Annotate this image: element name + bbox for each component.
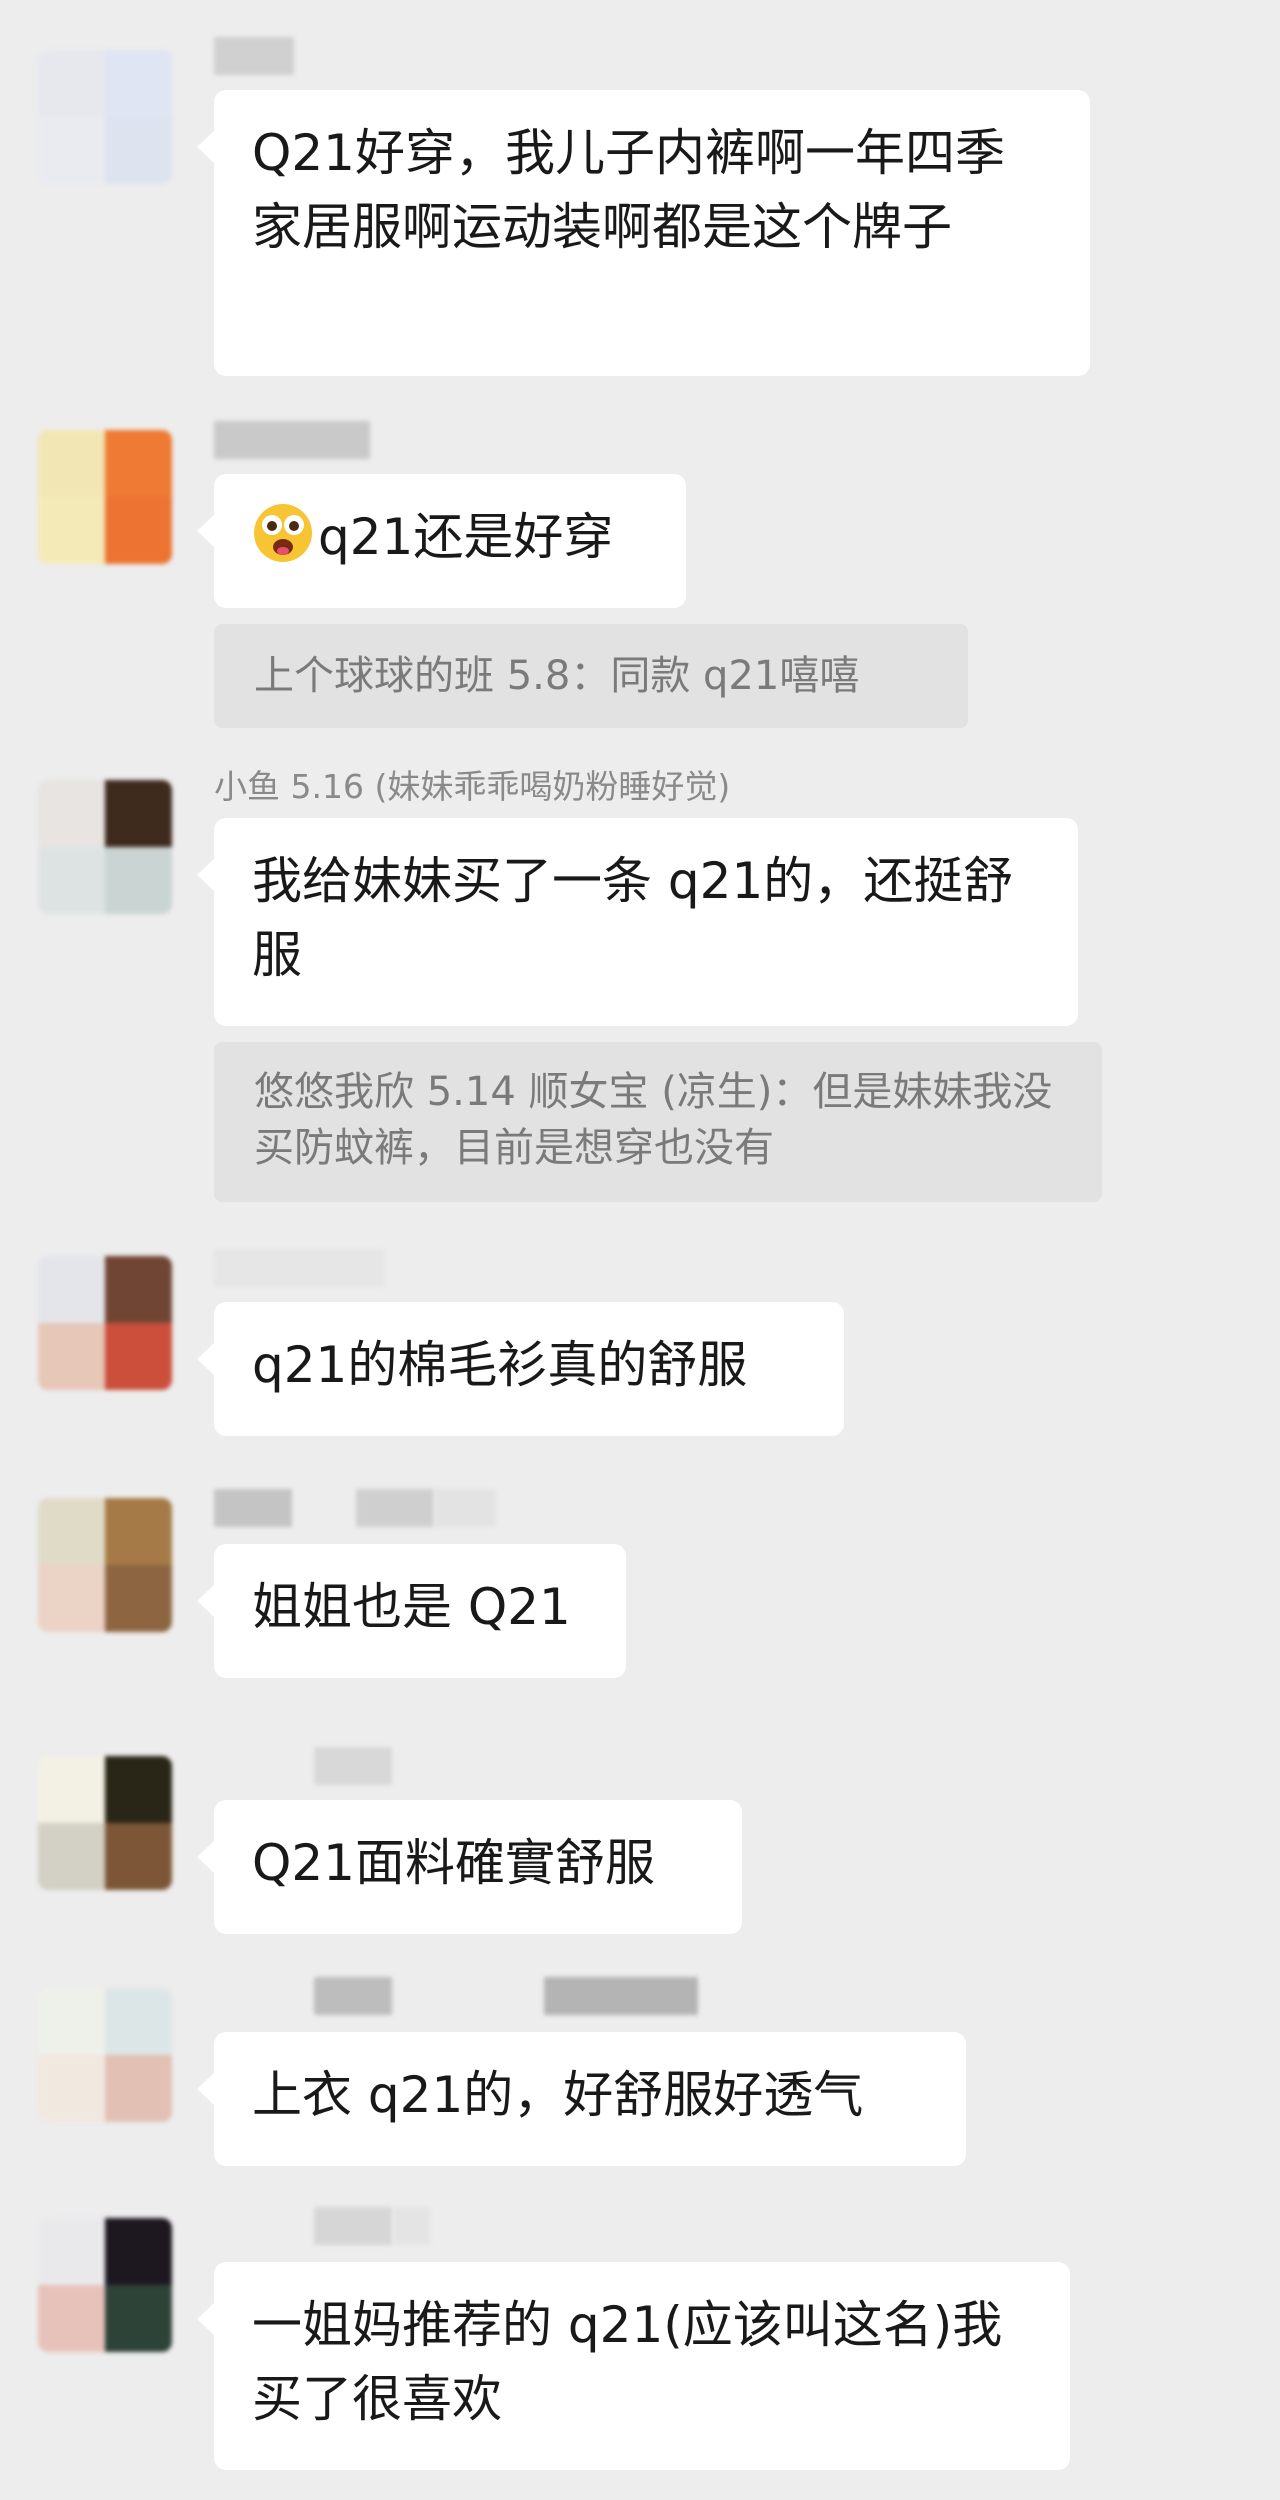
message-text: q21还是好穿 bbox=[318, 508, 614, 566]
message-bubble[interactable]: 上衣 q21的，好舒服好透气 bbox=[197, 2032, 966, 2166]
avatar[interactable] bbox=[38, 1988, 172, 2122]
nickname-text: 小鱼 5.16 (妹妹乖乖喝奶粉睡好觉) bbox=[214, 767, 731, 806]
quoted-reply[interactable]: 上个球球的班 5.8：同款 q21嘻嘻 bbox=[214, 624, 968, 728]
message-text: Q21好穿，我儿子内裤啊一年四季家居服啊运动装啊都是这个牌子 bbox=[252, 124, 1005, 256]
message-bubble[interactable]: Q21面料確實舒服 bbox=[197, 1800, 742, 1934]
avatar[interactable] bbox=[38, 780, 172, 914]
avatar[interactable] bbox=[38, 1756, 172, 1890]
avatar[interactable] bbox=[38, 430, 172, 564]
message-text: 姐姐也是 Q21 bbox=[252, 1578, 571, 1636]
nickname-redacted bbox=[214, 1976, 698, 2016]
nickname-redacted bbox=[214, 2206, 430, 2246]
message-text: Q21面料確實舒服 bbox=[252, 1834, 655, 1892]
nickname-redacted bbox=[214, 1746, 392, 1786]
message-bubble[interactable]: Q21好穿，我儿子内裤啊一年四季家居服啊运动装啊都是这个牌子 bbox=[197, 90, 1090, 376]
message-bubble[interactable]: 姐姐也是 Q21 bbox=[197, 1544, 626, 1678]
avatar[interactable] bbox=[38, 1256, 172, 1390]
nickname-redacted bbox=[214, 1248, 384, 1288]
drooling-face-icon bbox=[254, 504, 312, 562]
avatar[interactable] bbox=[38, 50, 172, 184]
message-text: 我给妹妹买了一条 q21的，还挺舒服 bbox=[252, 852, 1014, 984]
message-bubble[interactable]: q21还是好穿 bbox=[197, 474, 686, 608]
nickname-redacted bbox=[214, 1488, 496, 1528]
quoted-reply[interactable]: 悠悠我欣 5.14 顺女宝 (凉生)：但是妹妹我没买防蚊裤，目前是想穿也没有 bbox=[214, 1042, 1102, 1202]
nickname-redacted bbox=[214, 36, 294, 76]
avatar[interactable] bbox=[38, 2218, 172, 2352]
message-text: 上衣 q21的，好舒服好透气 bbox=[252, 2066, 864, 2124]
message-text: 一姐妈推荐的 q21(应该叫这名)我买了很喜欢 bbox=[252, 2296, 1003, 2428]
message-bubble[interactable]: 一姐妈推荐的 q21(应该叫这名)我买了很喜欢 bbox=[197, 2262, 1070, 2470]
message-text: q21的棉毛衫真的舒服 bbox=[252, 1336, 748, 1394]
message-bubble[interactable]: q21的棉毛衫真的舒服 bbox=[197, 1302, 844, 1436]
quote-text: 上个球球的班 5.8：同款 q21嘻嘻 bbox=[254, 653, 860, 699]
message-bubble[interactable]: 我给妹妹买了一条 q21的，还挺舒服 bbox=[197, 818, 1078, 1026]
avatar[interactable] bbox=[38, 1498, 172, 1632]
nickname-redacted bbox=[214, 420, 370, 460]
nickname: 小鱼 5.16 (妹妹乖乖喝奶粉睡好觉) bbox=[214, 764, 730, 806]
quote-text: 悠悠我欣 5.14 顺女宝 (凉生)：但是妹妹我没买防蚊裤，目前是想穿也没有 bbox=[254, 1069, 1053, 1171]
